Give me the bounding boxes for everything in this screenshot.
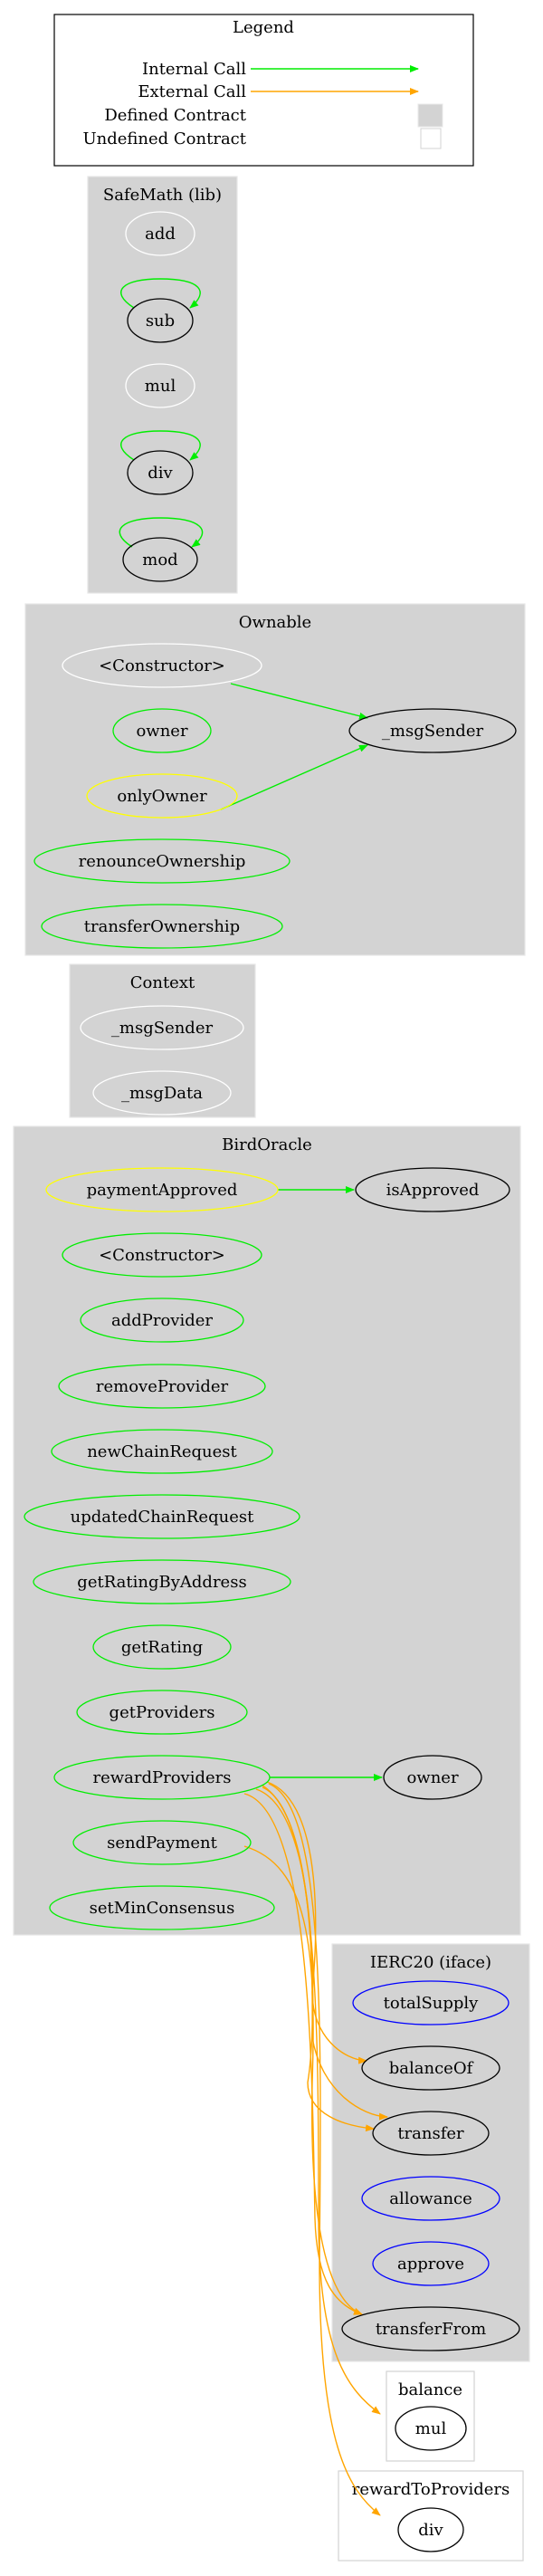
node-label: transferFrom — [376, 2320, 486, 2339]
node-label: mul — [145, 377, 176, 396]
node-label: transferOwnership — [84, 917, 240, 936]
node-label: div — [148, 464, 173, 483]
node-label: add — [145, 225, 176, 244]
node-label: removeProvider — [96, 1377, 229, 1396]
call-graph: Legend Internal Call External Call Defin… — [13, 14, 530, 2562]
node-label: _msgSender — [111, 1019, 214, 1038]
node-label: balanceOf — [389, 2059, 474, 2078]
node-label: div — [418, 2521, 443, 2540]
node-label: allowance — [389, 2189, 472, 2208]
node-label: setMinConsensus — [90, 1899, 235, 1918]
legend-title: Legend — [233, 18, 294, 37]
node-label: updatedChainRequest — [71, 1508, 254, 1527]
legend: Legend Internal Call External Call Defin… — [53, 14, 474, 167]
node-label: _msgData — [121, 1084, 203, 1103]
cluster-title: BirdOracle — [222, 1135, 312, 1154]
node-label: getProviders — [110, 1703, 215, 1722]
cluster-balance: balance — [386, 2370, 475, 2462]
node-label: sendPayment — [107, 1834, 218, 1853]
node-label: newChainRequest — [87, 1442, 237, 1461]
node-label: getRatingByAddress — [77, 1573, 246, 1592]
node-label: <Constructor> — [99, 656, 225, 675]
node-label: getRating — [121, 1638, 203, 1657]
node-label: <Constructor> — [99, 1246, 225, 1265]
node-label: mod — [142, 551, 177, 570]
cluster-title: Context — [130, 973, 195, 992]
node-label: owner — [136, 722, 187, 741]
node-label: transfer — [397, 2124, 464, 2143]
legend-defined-contract-swatch — [417, 103, 443, 128]
cluster-title: balance — [398, 2380, 462, 2399]
node-label: renounceOwnership — [79, 852, 246, 871]
node-label: mul — [415, 2419, 447, 2438]
node-label: rewardProviders — [92, 1768, 231, 1787]
cluster-title: IERC20 (iface) — [370, 1953, 491, 1972]
legend-label-external-call: External Call — [138, 82, 246, 101]
legend-label-defined-contract: Defined Contract — [104, 106, 246, 125]
node-label: totalSupply — [384, 1994, 480, 2013]
legend-undefined-contract-swatch — [420, 128, 442, 149]
node-label: onlyOwner — [117, 787, 207, 806]
node-label: _msgSender — [382, 722, 484, 741]
node-label: approve — [397, 2255, 464, 2274]
node-label: isApproved — [386, 1181, 480, 1200]
node-label: sub — [146, 311, 175, 330]
legend-label-undefined-contract: Undefined Contract — [82, 129, 246, 148]
node-label: paymentApproved — [87, 1181, 238, 1200]
cluster-title: SafeMath (lib) — [103, 186, 222, 205]
cluster-rewardtoproviders: rewardToProviders — [338, 2470, 524, 2562]
legend-label-internal-call: Internal Call — [142, 60, 246, 79]
cluster-title: rewardToProviders — [352, 2480, 510, 2499]
node-label: addProvider — [111, 1311, 213, 1330]
node-label: owner — [406, 1768, 458, 1787]
cluster-title: Ownable — [239, 613, 311, 632]
